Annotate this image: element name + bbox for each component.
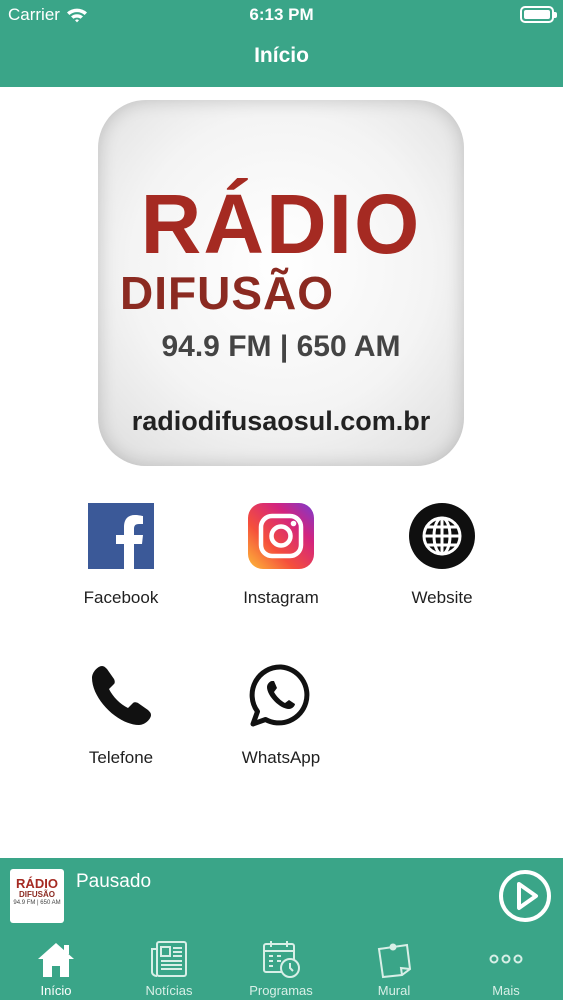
newspaper-icon [151, 941, 187, 977]
logo-line-2: DIFUSÃO [120, 267, 334, 319]
tab-programas-label: Programas [249, 983, 313, 998]
tab-mural-label: Mural [377, 983, 411, 998]
station-logo: RÁDIO DIFUSÃO 94.9 FM | 650 AM radiodifu… [98, 100, 464, 466]
player-thumbnail: RÁDIO DIFUSÃO 94.9 FM | 650 AM [10, 869, 64, 923]
tab-inicio[interactable]: Início [0, 934, 112, 1000]
player-state: Pausado [76, 871, 152, 892]
phone-label: Telefone [88, 748, 154, 767]
tab-mais[interactable]: Mais [450, 934, 562, 1000]
whatsapp-icon [249, 664, 310, 727]
thumb-line-1: RÁDIO [16, 876, 58, 891]
player-bar: RÁDIO DIFUSÃO 94.9 FM | 650 AM Pausado [0, 858, 563, 934]
tab-mais-label: Mais [492, 983, 520, 998]
logo-line-1: RÁDIO [140, 177, 422, 271]
status-time: 6:13 PM [249, 5, 314, 24]
website-label: Website [411, 588, 473, 607]
tab-programas[interactable]: Programas [225, 934, 337, 1000]
instagram-label: Instagram [243, 588, 319, 607]
whatsapp-label: WhatsApp [241, 748, 321, 767]
calendar-clock-icon [263, 941, 300, 978]
phone-button[interactable]: Telefone [41, 663, 201, 783]
top-bar: Carrier 6:13 PM Início [0, 0, 563, 87]
instagram-icon [248, 503, 314, 569]
tab-inicio-label: Início [40, 983, 72, 998]
tab-mural[interactable]: Mural [338, 934, 450, 1000]
facebook-button[interactable]: Facebook [41, 503, 201, 623]
tab-bar: Início Notícias Programas Mural Mais [0, 934, 563, 1000]
logo-frequencies: 94.9 FM | 650 AM [161, 330, 401, 363]
status-bar: Carrier 6:13 PM [0, 0, 563, 30]
page-title: Início [254, 44, 309, 67]
phone-icon [92, 666, 151, 725]
globe-icon [409, 503, 475, 569]
play-button[interactable] [498, 869, 552, 923]
facebook-label: Facebook [83, 588, 159, 607]
logo-website: radiodifusaosul.com.br [131, 406, 431, 436]
tab-noticias-label: Notícias [145, 983, 193, 998]
website-button[interactable]: Website [362, 503, 522, 623]
tab-noticias[interactable]: Notícias [113, 934, 225, 1000]
whatsapp-button[interactable]: WhatsApp [201, 663, 361, 783]
battery-icon [520, 6, 557, 23]
thumb-line-3: 94.9 FM | 650 AM [13, 900, 61, 906]
instagram-button[interactable]: Instagram [201, 503, 361, 623]
note-icon [377, 943, 412, 979]
facebook-icon [88, 503, 154, 569]
more-icon [489, 954, 523, 964]
thumb-line-2: DIFUSÃO [19, 890, 55, 899]
home-icon [38, 943, 74, 977]
